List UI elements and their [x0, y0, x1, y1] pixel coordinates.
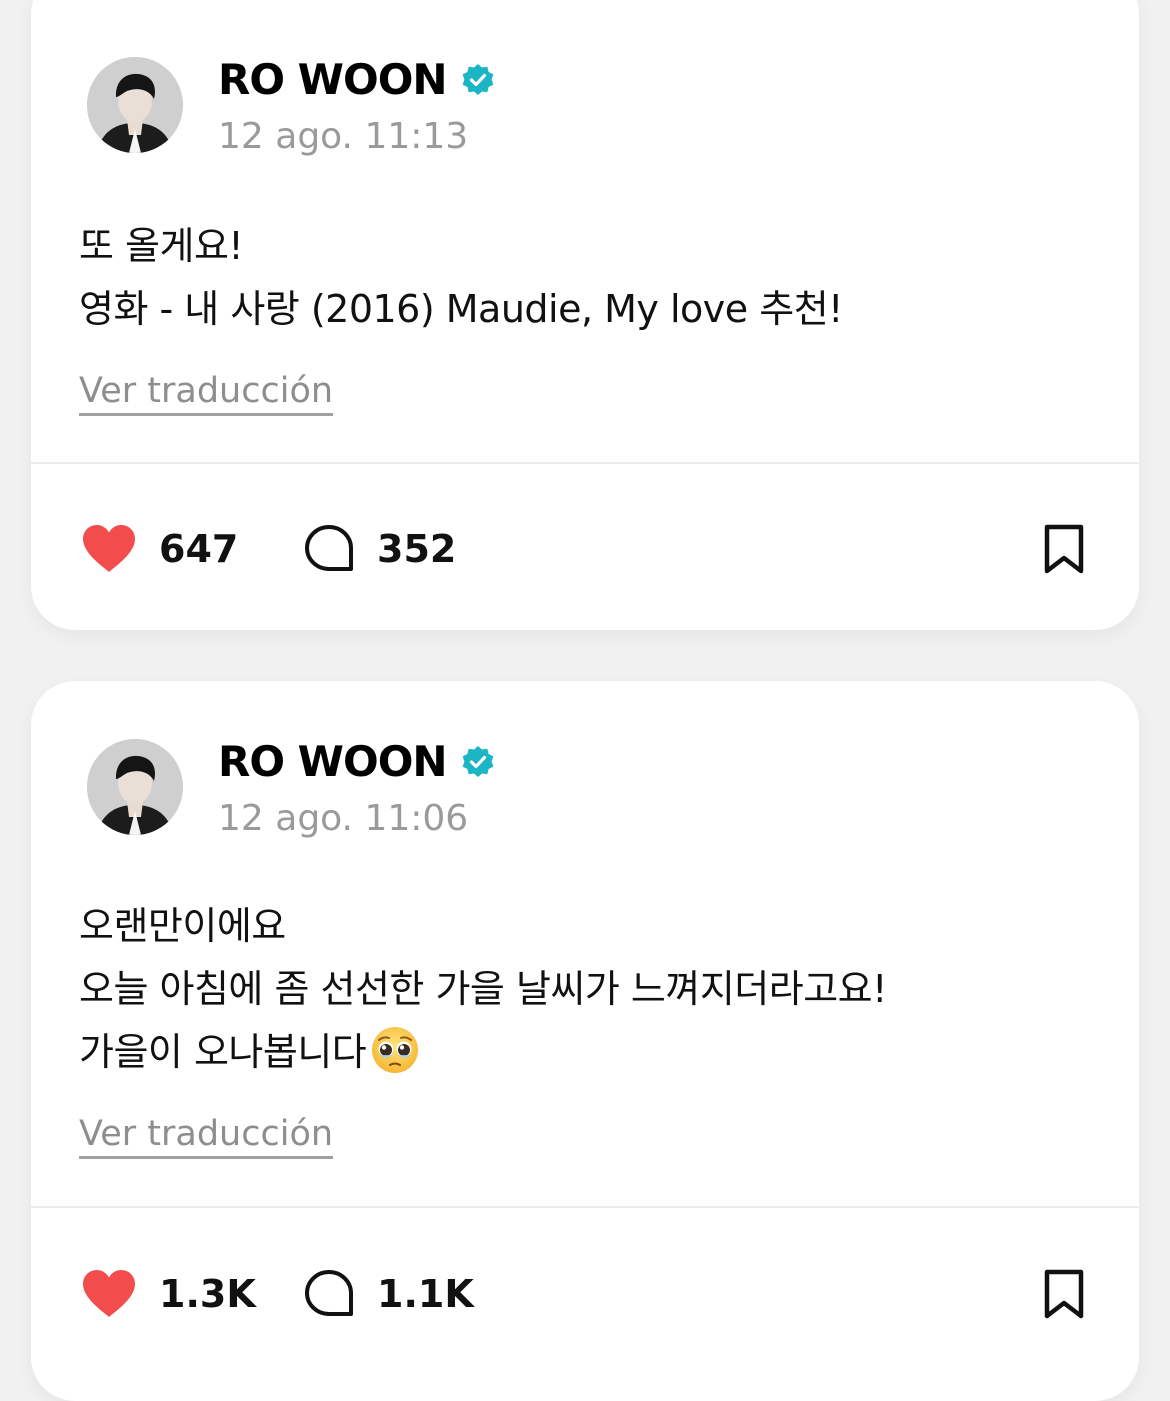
like-count: 1.3K — [159, 1272, 256, 1316]
verified-badge-icon — [461, 63, 495, 97]
post-text-line: 영화 - 내 사랑 (2016) Maudie, My love 추천! — [79, 287, 843, 331]
post-text-line: 오랜만이에요 — [79, 904, 286, 948]
bookmark-icon[interactable] — [1041, 1268, 1087, 1320]
author-name-row: RO WOON — [218, 53, 495, 107]
post-header: RO WOON 12 ago. 11:13 — [87, 55, 495, 159]
post-body: 오랜만이에요 오늘 아침에 좀 선선한 가을 날씨가 느껴지더라고요! 가을이 … — [79, 895, 1099, 1159]
comment-button[interactable]: 1.1K — [303, 1268, 474, 1320]
heart-icon — [83, 1270, 135, 1317]
post-timestamp: 12 ago. 11:13 — [218, 116, 469, 157]
comment-count: 352 — [377, 527, 457, 571]
verified-badge-icon — [461, 745, 495, 779]
post-text-line: 또 올게요! — [79, 224, 244, 268]
pleading-face-emoji-icon — [372, 1027, 419, 1073]
like-button[interactable]: 1.3K — [81, 1269, 303, 1319]
comment-count: 1.1K — [377, 1272, 474, 1316]
divider — [31, 1206, 1139, 1208]
author-name-row: RO WOON — [218, 735, 495, 789]
post-text-line: 가을이 오나봅니다 — [79, 1030, 367, 1074]
comment-button[interactable]: 352 — [303, 523, 456, 575]
translate-link[interactable]: Ver traducción — [79, 1112, 334, 1159]
post-card: RO WOON 12 ago. 11:06 오랜만이에요 오늘 아침에 좀 선선… — [31, 681, 1139, 1401]
post-body: 또 올게요! 영화 - 내 사랑 (2016) Maudie, My love … — [79, 215, 1099, 416]
post-text-line: 오늘 아침에 좀 선선한 가을 날씨가 느껴지더라고요! — [79, 967, 887, 1011]
divider — [31, 462, 1139, 464]
comment-bubble-icon — [305, 525, 353, 571]
post-actions: 1.3K 1.1K — [81, 1264, 1087, 1324]
author-avatar[interactable] — [87, 739, 183, 835]
post-timestamp: 12 ago. 11:06 — [218, 798, 469, 839]
author-name[interactable]: RO WOON — [218, 53, 448, 107]
post-text-line-with-emoji: 가을이 오나봅니다 — [79, 1021, 1099, 1084]
post-header: RO WOON 12 ago. 11:06 — [87, 737, 495, 841]
like-count: 647 — [159, 527, 239, 571]
heart-icon — [83, 525, 135, 572]
translate-link[interactable]: Ver traducción — [79, 369, 334, 416]
comment-bubble-icon — [305, 1270, 353, 1316]
author-meta: RO WOON 12 ago. 11:06 — [218, 735, 495, 841]
bookmark-icon[interactable] — [1041, 523, 1087, 575]
like-button[interactable]: 647 — [81, 524, 303, 574]
post-feed: RO WOON 12 ago. 11:13 또 올게요! 영화 - 내 사랑 (… — [0, 0, 1170, 1401]
post-actions: 647 352 — [81, 519, 1087, 579]
author-meta: RO WOON 12 ago. 11:13 — [218, 53, 495, 159]
post-card: RO WOON 12 ago. 11:13 또 올게요! 영화 - 내 사랑 (… — [31, 0, 1139, 630]
author-avatar[interactable] — [87, 57, 183, 153]
author-name[interactable]: RO WOON — [218, 735, 448, 789]
